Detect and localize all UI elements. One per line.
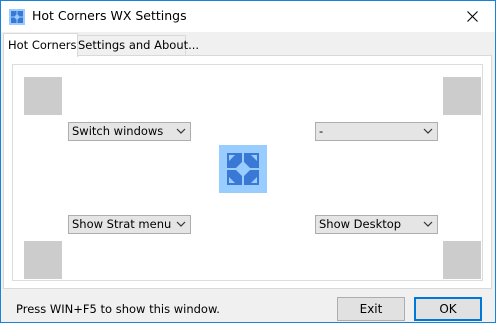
hot-corners-app-icon — [9, 9, 25, 25]
tab-settings-and-about[interactable]: Settings and About... — [73, 35, 199, 55]
bottom-right-action-select[interactable]: Show Desktop — [315, 215, 438, 234]
top-right-action-select[interactable]: - — [315, 122, 438, 141]
exit-button[interactable]: Exit — [337, 297, 405, 321]
chevron-down-icon — [423, 221, 433, 227]
chevron-down-icon — [423, 128, 433, 134]
top-left-action-value: Switch windows — [72, 124, 164, 138]
title-bar[interactable]: Hot Corners WX Settings — [1, 1, 495, 32]
chevron-down-icon — [176, 221, 186, 227]
close-button[interactable] — [449, 1, 495, 32]
hot-corners-panel: Switch windows - Show Strat menu Show De… — [3, 55, 492, 289]
bottom-right-corner-box — [443, 241, 481, 279]
top-right-corner-box — [443, 77, 481, 115]
top-left-corner-box — [24, 77, 62, 115]
tab-strip: Hot Corners Settings and About... — [1, 33, 495, 57]
bottom-left-corner-box — [24, 241, 62, 279]
bottom-left-action-value: Show Strat menu — [72, 217, 172, 231]
status-hint: Press WIN+F5 to show this window. — [16, 302, 220, 316]
settings-window: Hot Corners WX Settings Hot Corners Sett… — [0, 0, 496, 323]
bottom-left-action-select[interactable]: Show Strat menu — [68, 215, 191, 234]
ok-button[interactable]: OK — [414, 297, 482, 321]
hot-corners-logo-icon — [219, 145, 267, 193]
window-title: Hot Corners WX Settings — [32, 8, 187, 23]
bottom-right-action-value: Show Desktop — [319, 217, 402, 231]
top-left-action-select[interactable]: Switch windows — [68, 122, 191, 141]
close-icon — [466, 11, 478, 22]
top-right-action-value: - — [319, 124, 324, 138]
tab-hot-corners[interactable]: Hot Corners — [3, 33, 78, 57]
chevron-down-icon — [176, 128, 186, 134]
